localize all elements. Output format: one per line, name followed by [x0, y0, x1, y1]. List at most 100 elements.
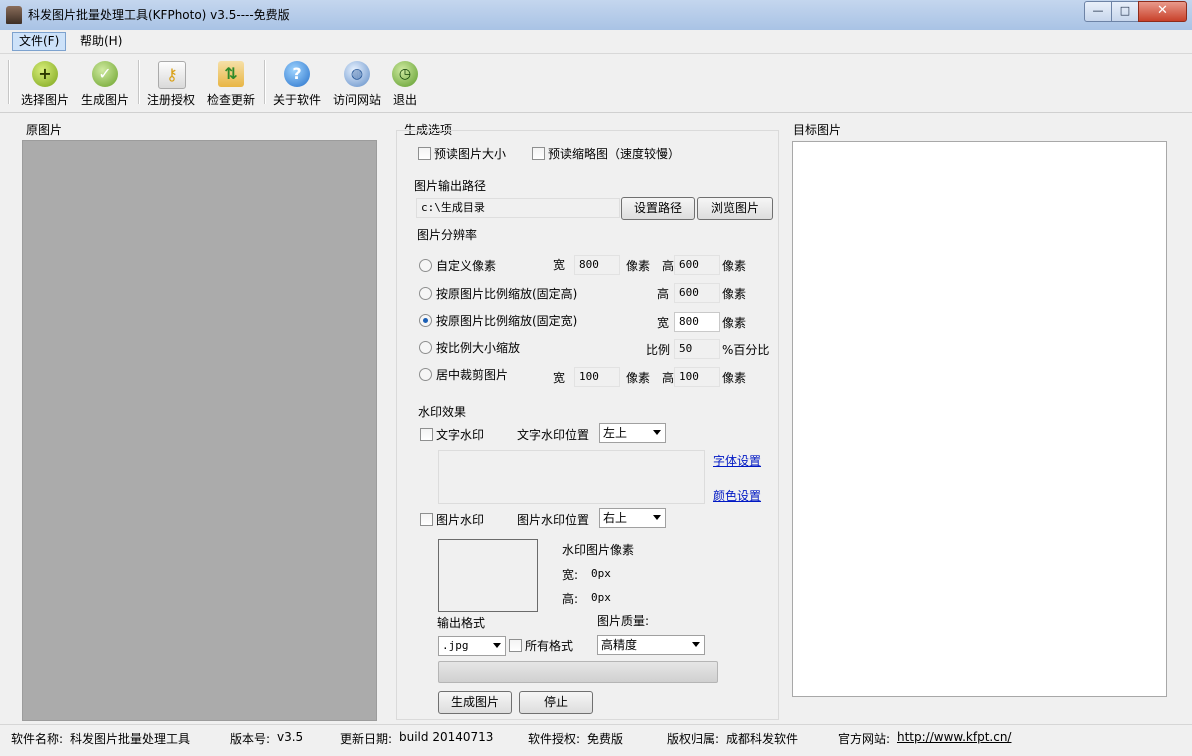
chevron-down-icon: [653, 430, 661, 435]
set-path-button[interactable]: 设置路径: [621, 197, 695, 220]
resolution-label: 图片分辨率: [417, 228, 478, 242]
text-watermark-checkbox[interactable]: [420, 428, 433, 441]
crop-label: 居中裁剪图片: [436, 368, 509, 382]
menu-bar: 文件(F) 帮助(H): [0, 30, 1192, 52]
quality-select[interactable]: 高精度: [597, 635, 705, 655]
window-title: 科发图片批量处理工具(KFPhoto) v3.5----免费版: [28, 8, 290, 22]
toolbar-separator: [8, 60, 10, 104]
toolbar-separator: [264, 60, 266, 104]
plus-icon: +: [32, 61, 58, 87]
watermark-image-preview[interactable]: [438, 539, 538, 612]
update-date-label: 更新日期:: [340, 732, 393, 746]
menu-file[interactable]: 文件(F): [12, 32, 67, 51]
app-icon: [6, 6, 22, 24]
software-name-label: 软件名称:: [11, 732, 64, 746]
watermark-height-label: 高:: [562, 592, 579, 606]
website-label: 官方网站:: [838, 732, 891, 746]
fixed-height-label: 按原图片比例缩放(固定高): [436, 287, 578, 301]
generate-button[interactable]: 生成图片: [438, 691, 512, 714]
image-watermark-label: 图片水印: [436, 513, 485, 527]
about-button[interactable]: ? 关于软件: [268, 58, 326, 108]
output-format-label: 输出格式: [437, 616, 486, 630]
preview-size-label: 预读图片大小: [434, 147, 507, 161]
height-label: 高: [657, 287, 670, 301]
check-icon: ✓: [92, 61, 118, 87]
toolbar-separator: [138, 60, 140, 104]
output-format-select[interactable]: .jpg: [438, 636, 506, 656]
status-bar: 软件名称: 科发图片批量处理工具 版本号: v3.5 更新日期: build 2…: [0, 724, 1192, 756]
visit-site-button[interactable]: ◍ 访问网站: [328, 58, 386, 108]
height-label: 高: [662, 259, 675, 273]
key-icon: ⚷: [158, 61, 186, 89]
image-watermark-position-select[interactable]: 右上: [599, 508, 666, 528]
pixel-unit: 像素: [722, 287, 747, 301]
all-formats-label: 所有格式: [525, 639, 574, 653]
version-label: 版本号:: [230, 732, 271, 746]
maximize-button[interactable]: □: [1111, 1, 1139, 22]
pixel-unit: 像素: [722, 371, 747, 385]
scale-label: 按比例大小缩放: [436, 341, 521, 355]
select-image-button[interactable]: + 选择图片: [16, 58, 74, 108]
update-icon: ⇅: [218, 61, 244, 87]
pixel-unit: 像素: [626, 371, 651, 385]
ratio-input[interactable]: 50: [674, 339, 720, 359]
output-path-label: 图片输出路径: [414, 179, 487, 193]
custom-width-input[interactable]: 800: [574, 255, 620, 275]
all-formats-checkbox[interactable]: [509, 639, 522, 652]
fixed-width-radio[interactable]: [419, 314, 432, 327]
source-image-list[interactable]: [22, 140, 377, 721]
scale-radio[interactable]: [419, 341, 432, 354]
pixel-unit: 像素: [626, 259, 651, 273]
browse-images-button[interactable]: 浏览图片: [697, 197, 773, 220]
version-value: v3.5: [277, 730, 304, 744]
software-name-value: 科发图片批量处理工具: [70, 732, 191, 746]
menu-help[interactable]: 帮助(H): [74, 32, 128, 50]
custom-pixels-radio[interactable]: [419, 259, 432, 272]
text-watermark-position-select[interactable]: 左上: [599, 423, 666, 443]
width-label: 宽: [553, 258, 566, 272]
check-update-button[interactable]: ⇅ 检查更新: [202, 58, 260, 108]
minimize-button[interactable]: —: [1084, 1, 1112, 22]
font-settings-link[interactable]: 字体设置: [713, 452, 761, 469]
crop-radio[interactable]: [419, 368, 432, 381]
preview-thumb-checkbox[interactable]: [532, 147, 545, 160]
website-link[interactable]: http://www.kfpt.cn/: [897, 730, 1011, 744]
stop-button[interactable]: 停止: [519, 691, 593, 714]
exit-icon: ◷: [392, 61, 418, 87]
crop-width-input[interactable]: 100: [574, 367, 620, 387]
output-path-field[interactable]: c:\生成目录: [416, 198, 620, 218]
percent-unit: %百分比: [722, 343, 770, 357]
close-button[interactable]: ✕: [1138, 1, 1187, 22]
text-watermark-label: 文字水印: [436, 428, 485, 442]
copyright-value: 成都科发软件: [726, 732, 799, 746]
license-label: 软件授权:: [528, 732, 581, 746]
generate-image-button[interactable]: ✓ 生成图片: [76, 58, 134, 108]
crop-height-input[interactable]: 100: [674, 367, 720, 387]
width-label: 宽: [657, 316, 670, 330]
custom-height-input[interactable]: 600: [674, 255, 720, 275]
pixel-unit: 像素: [722, 316, 747, 330]
exit-button[interactable]: ◷ 退出: [384, 58, 426, 108]
color-settings-link[interactable]: 颜色设置: [713, 487, 761, 504]
fixed-width-input[interactable]: 800: [674, 312, 720, 332]
ratio-label: 比例: [646, 343, 671, 357]
quality-label: 图片质量:: [597, 614, 650, 628]
pixel-unit: 像素: [722, 259, 747, 273]
fixed-width-label: 按原图片比例缩放(固定宽): [436, 314, 578, 328]
custom-pixels-label: 自定义像素: [436, 259, 497, 273]
image-watermark-checkbox[interactable]: [420, 513, 433, 526]
watermark-width-value: 0px: [591, 567, 611, 580]
fixed-height-input[interactable]: 600: [674, 283, 720, 303]
watermark-width-label: 宽:: [562, 568, 579, 582]
height-label: 高: [662, 371, 675, 385]
target-image-list[interactable]: [792, 141, 1167, 697]
fixed-height-radio[interactable]: [419, 287, 432, 300]
preview-thumb-label: 预读缩略图（速度较慢）: [548, 147, 681, 161]
text-watermark-position-label: 文字水印位置: [517, 428, 590, 442]
watermark-text-input[interactable]: [438, 450, 705, 504]
width-label: 宽: [553, 371, 566, 385]
target-panel-title: 目标图片: [793, 123, 842, 137]
watermark-height-value: 0px: [591, 591, 611, 604]
register-button[interactable]: ⚷ 注册授权: [142, 58, 200, 108]
preview-size-checkbox[interactable]: [418, 147, 431, 160]
